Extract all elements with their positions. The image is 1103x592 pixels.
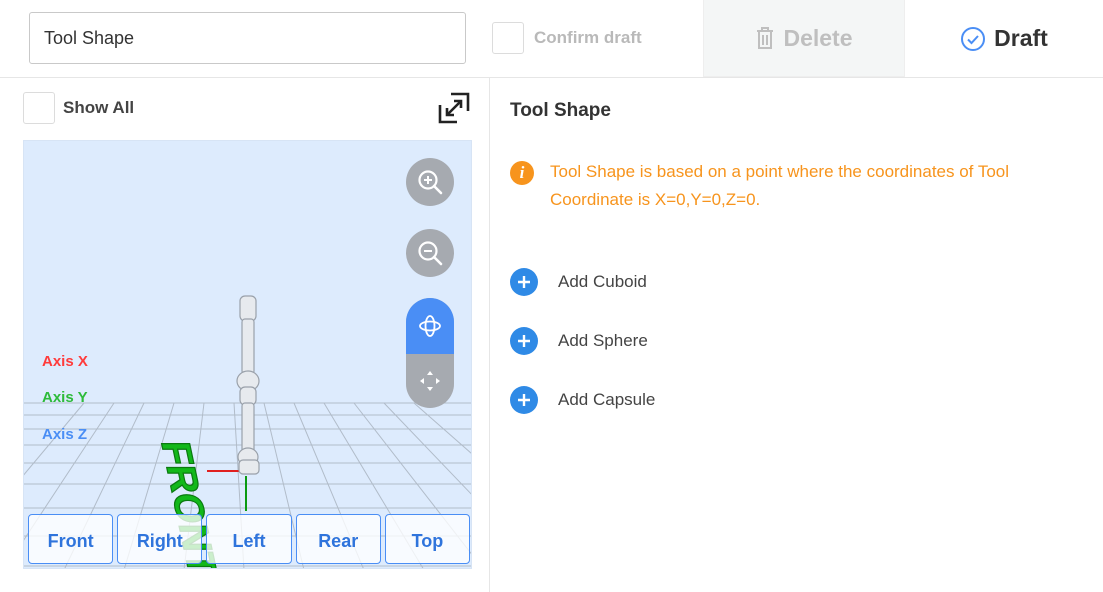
show-all-toggle[interactable]: Show All [23, 92, 134, 124]
view-right-button[interactable]: Right [117, 514, 203, 564]
zoom-in-button[interactable] [406, 158, 454, 206]
view-left-button[interactable]: Left [206, 514, 292, 564]
add-capsule-button[interactable]: Add Capsule [510, 385, 655, 415]
header-divider [0, 77, 1103, 78]
add-capsule-label: Add Capsule [558, 390, 656, 409]
view-preset-buttons: Front Right Left Rear Top [28, 514, 471, 564]
camera-mode-toggle [406, 298, 454, 408]
axis-z-label: Axis Z [42, 426, 88, 443]
robot-arm [236, 295, 260, 475]
zoom-in-icon [418, 170, 443, 195]
show-all-label: Show All [63, 98, 135, 117]
plus-icon [510, 268, 538, 296]
zoom-out-icon [418, 241, 443, 266]
scene-canvas: FRONT [24, 295, 471, 568]
axis-x-label: Axis X [42, 353, 88, 370]
plus-icon [510, 327, 538, 355]
show-all-checkbox[interactable] [23, 92, 55, 124]
add-cuboid-label: Add Cuboid [558, 272, 647, 291]
add-cuboid-button[interactable]: Add Cuboid [510, 267, 647, 297]
expand-icon[interactable] [437, 91, 471, 125]
pane-divider [489, 78, 490, 592]
add-sphere-button[interactable]: Add Sphere [510, 326, 648, 356]
view-top-button[interactable]: Top [384, 514, 471, 564]
tool-name-input[interactable] [29, 12, 466, 64]
confirm-draft-checkbox[interactable] [492, 22, 524, 54]
add-sphere-label: Add Sphere [558, 331, 648, 350]
confirm-draft-label: Confirm draft [534, 28, 642, 47]
info-text: Tool Shape is based on a point where the… [550, 162, 1009, 209]
info-message: i Tool Shape is based on a point where t… [510, 158, 1070, 214]
pan-button[interactable] [406, 354, 454, 408]
zoom-out-button[interactable] [406, 229, 454, 277]
view-front-button[interactable]: Front [28, 514, 114, 564]
trash-icon [757, 27, 774, 49]
pan-icon [420, 371, 440, 391]
axis-y-label: Axis Y [42, 389, 88, 406]
info-icon: i [510, 161, 534, 185]
plus-icon [510, 386, 538, 414]
check-circle-icon [961, 26, 986, 51]
rotate-icon [419, 315, 441, 337]
confirm-draft-toggle[interactable]: Confirm draft [492, 20, 642, 56]
view-rear-button[interactable]: Rear [295, 514, 381, 564]
draft-label: Draft [994, 25, 1048, 51]
delete-button[interactable]: Delete [703, 0, 905, 77]
3d-viewport[interactable]: FRONT Axis X Axis Y Axis Z Front Right L… [23, 140, 472, 569]
rotate-button[interactable] [406, 298, 454, 354]
draft-button[interactable]: Draft [905, 0, 1103, 77]
delete-label: Delete [783, 24, 853, 51]
panel-title: Tool Shape [510, 100, 611, 121]
